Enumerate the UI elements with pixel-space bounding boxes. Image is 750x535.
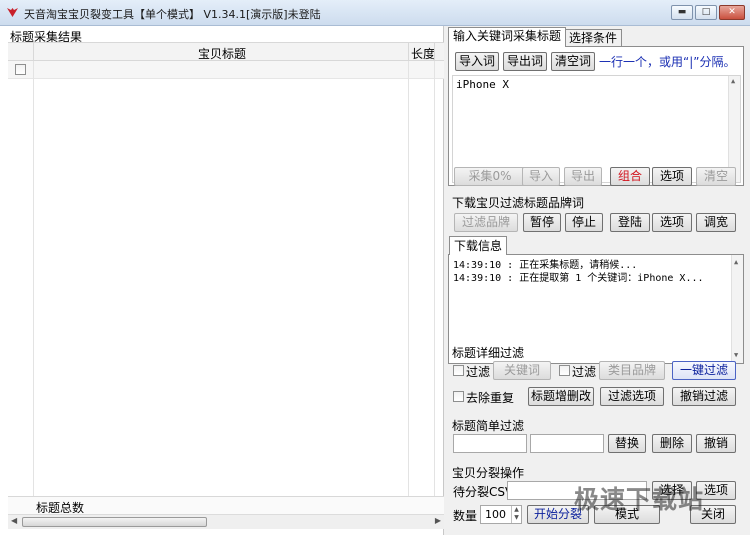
column-title[interactable]: 宝贝标题 — [198, 45, 246, 62]
edit-titles-button[interactable]: 标题增删改 — [528, 387, 594, 406]
one-click-filter-button[interactable]: 一键过滤 — [672, 361, 736, 380]
keyword-hint: 一行一个，或用“|”分隔。 — [599, 55, 736, 69]
scroll-up-icon[interactable]: ▲ — [731, 77, 735, 85]
quantity-label: 数量 — [453, 509, 478, 523]
maximize-button[interactable]: □ — [695, 5, 717, 20]
dedupe-checkbox[interactable] — [453, 391, 464, 402]
grid-header: 宝贝标题 长度 — [8, 42, 444, 61]
tab-keyword-collect[interactable]: 输入关键词采集标题 — [448, 27, 567, 47]
maximize-icon: □ — [701, 7, 711, 17]
filter-options-button[interactable]: 过滤选项 — [600, 387, 664, 406]
table-row[interactable] — [8, 61, 444, 79]
category-brand-button[interactable]: 类目品牌 — [599, 361, 665, 380]
brand-filter-label: 下载宝贝过滤标题品牌词 — [452, 196, 585, 210]
grid-footer: 标题总数 — [8, 496, 444, 515]
log-line: 14:39:10 : 正在采集标题，请稍候... — [453, 260, 638, 271]
column-length[interactable]: 长度 — [411, 45, 435, 62]
filter-category-label: 过滤 — [572, 365, 597, 379]
scroll-left-icon[interactable]: ◀ — [11, 516, 17, 525]
close-icon: ✕ — [728, 7, 736, 17]
clear-words-button[interactable]: 清空词 — [551, 52, 595, 71]
minimize-button[interactable]: ▬ — [671, 5, 693, 20]
watermark: 极速下载站 — [574, 485, 705, 514]
stop-button[interactable]: 停止 — [565, 213, 603, 232]
results-panel: 标题采集结果 宝贝标题 长度 标题总数 ◀ ▶ — [0, 26, 444, 535]
quantity-stepper[interactable]: 100 ▲ ▼ — [480, 505, 522, 524]
horizontal-scrollbar[interactable]: ◀ ▶ — [8, 514, 444, 529]
import-words-button[interactable]: 导入词 — [455, 52, 499, 71]
dedupe-label: 去除重复 — [466, 391, 515, 405]
filter-keyword-checkbox[interactable] — [453, 365, 464, 376]
brand-options-button[interactable]: 选项 — [652, 213, 692, 232]
combine-button[interactable]: 组合 — [610, 167, 650, 186]
keyword-button[interactable]: 关键词 — [493, 361, 551, 380]
replace-text-input[interactable] — [530, 434, 604, 453]
login-button[interactable]: 登陆 — [610, 213, 650, 232]
import-button[interactable]: 导入 — [522, 167, 560, 186]
scroll-thumb[interactable] — [22, 517, 207, 527]
log-line: 14:39:10 : 正在提取第 1 个关键词：iPhone X... — [453, 273, 704, 284]
scroll-right-icon[interactable]: ▶ — [435, 516, 441, 525]
tab-select-conditions[interactable]: 选择条件 — [564, 29, 623, 47]
detail-filter-label: 标题详细过滤 — [452, 346, 525, 360]
filter-category-checkbox[interactable] — [559, 365, 570, 376]
pause-button[interactable]: 暂停 — [523, 213, 561, 232]
window-title: 天音淘宝宝贝裂变工具【单个模式】 V1.34.1[演示版]未登陆 — [24, 8, 321, 21]
log-scrollbar[interactable]: ▲ ▼ — [731, 255, 743, 363]
scroll-down-icon[interactable]: ▼ — [734, 349, 738, 362]
filter-keyword-label: 过滤 — [466, 365, 491, 379]
quantity-value: 100 — [485, 508, 506, 521]
minimize-icon: ▬ — [677, 7, 687, 17]
adjust-width-button[interactable]: 调宽 — [696, 213, 736, 232]
split-label: 宝贝分裂操作 — [452, 466, 525, 480]
keyword-tab-panel: 导入词 导出词 清空词 一行一个，或用“|”分隔。 iPhone X ▲ ▼ — [448, 46, 744, 186]
control-panel: 输入关键词采集标题 选择条件 导入词 导出词 清空词 一行一个，或用“|”分隔。… — [444, 26, 750, 535]
tab-download-info[interactable]: 下载信息 — [449, 236, 508, 255]
scroll-up-icon[interactable]: ▲ — [734, 256, 738, 269]
export-button[interactable]: 导出 — [564, 167, 602, 186]
delete-button[interactable]: 删除 — [652, 434, 692, 453]
app-logo-icon — [7, 8, 18, 17]
select-all-checkbox[interactable] — [15, 64, 26, 75]
keywords-text: iPhone X — [456, 78, 509, 91]
collect-button[interactable]: 采集0% — [454, 167, 526, 186]
close-button[interactable]: ✕ — [719, 5, 745, 20]
find-text-input[interactable] — [453, 434, 527, 453]
replace-button[interactable]: 替换 — [608, 434, 646, 453]
undo-filter-button[interactable]: 撤销过滤 — [672, 387, 736, 406]
collect-options-button[interactable]: 选项 — [652, 167, 692, 186]
title-bar: 天音淘宝宝贝裂变工具【单个模式】 V1.34.1[演示版]未登陆 ▬ □ ✕ — [0, 0, 750, 26]
export-words-button[interactable]: 导出词 — [503, 52, 547, 71]
simple-filter-label: 标题简单过滤 — [452, 419, 525, 433]
filter-brand-button[interactable]: 过滤品牌 — [454, 213, 518, 232]
csv-label: 待分裂CSV — [453, 485, 514, 499]
clear-button[interactable]: 清空 — [696, 167, 736, 186]
undo-button[interactable]: 撤销 — [696, 434, 736, 453]
spinner-arrows-icon[interactable]: ▲ ▼ — [511, 506, 521, 523]
